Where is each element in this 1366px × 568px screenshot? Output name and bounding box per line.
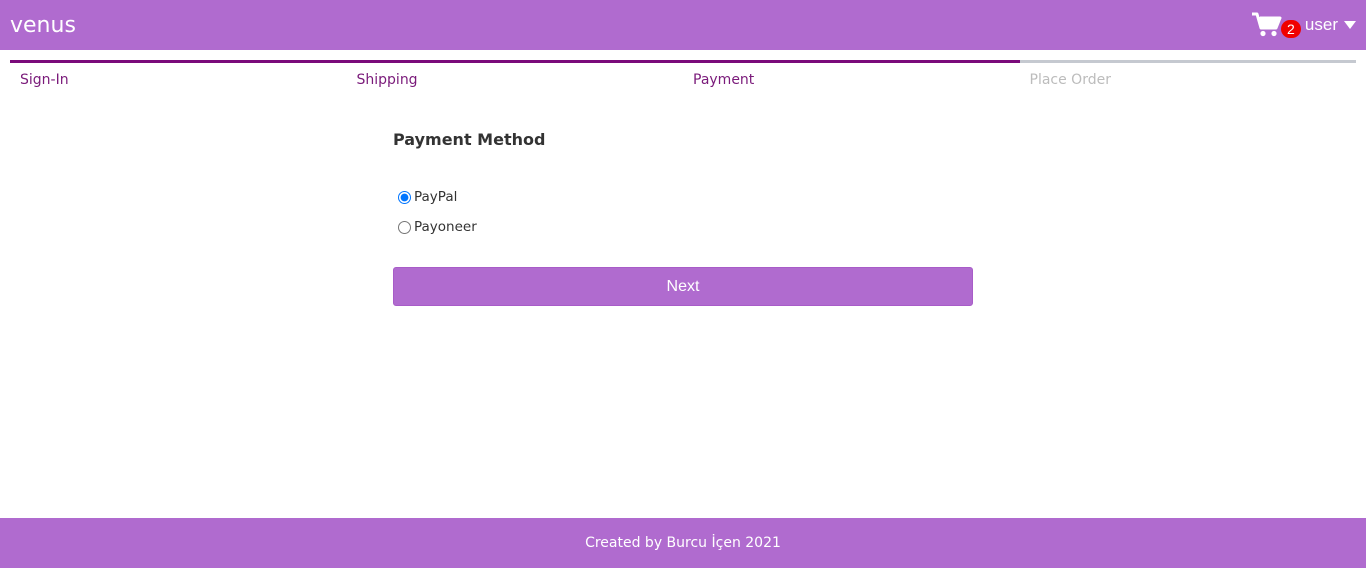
- payment-form: Payment Method PayPal Payoneer Next: [393, 128, 973, 306]
- option-paypal[interactable]: PayPal: [397, 182, 973, 212]
- step-shipping: Shipping: [346, 60, 683, 88]
- footer-text: Created by Burcu İçen 2021: [585, 535, 781, 551]
- option-payoneer[interactable]: Payoneer: [397, 212, 973, 242]
- step-place-order: Place Order: [1019, 60, 1356, 88]
- page-title: Payment Method: [393, 130, 546, 149]
- payoneer-label: Payoneer: [414, 219, 477, 235]
- cart-count-badge: 2: [1280, 20, 1301, 38]
- step-payment: Payment: [683, 60, 1020, 88]
- cart-link[interactable]: 2: [1251, 12, 1301, 38]
- header-actions: 2 user: [1251, 12, 1356, 38]
- paypal-label: PayPal: [414, 189, 458, 205]
- caret-down-icon: [1344, 21, 1356, 29]
- payoneer-radio[interactable]: [398, 220, 411, 234]
- top-header: venus 2 user: [0, 0, 1366, 50]
- checkout-steps: Sign-In Shipping Payment Place Order: [10, 60, 1356, 88]
- user-label: user: [1304, 15, 1338, 34]
- paypal-radio[interactable]: [398, 190, 411, 204]
- footer: Created by Burcu İçen 2021: [0, 518, 1366, 568]
- brand-link[interactable]: venus: [10, 13, 76, 38]
- step-sign-in: Sign-In: [10, 60, 347, 88]
- cart-icon: [1251, 12, 1283, 38]
- next-button[interactable]: Next: [393, 267, 973, 306]
- payment-options: PayPal Payoneer: [397, 182, 973, 242]
- user-menu[interactable]: user: [1305, 15, 1356, 35]
